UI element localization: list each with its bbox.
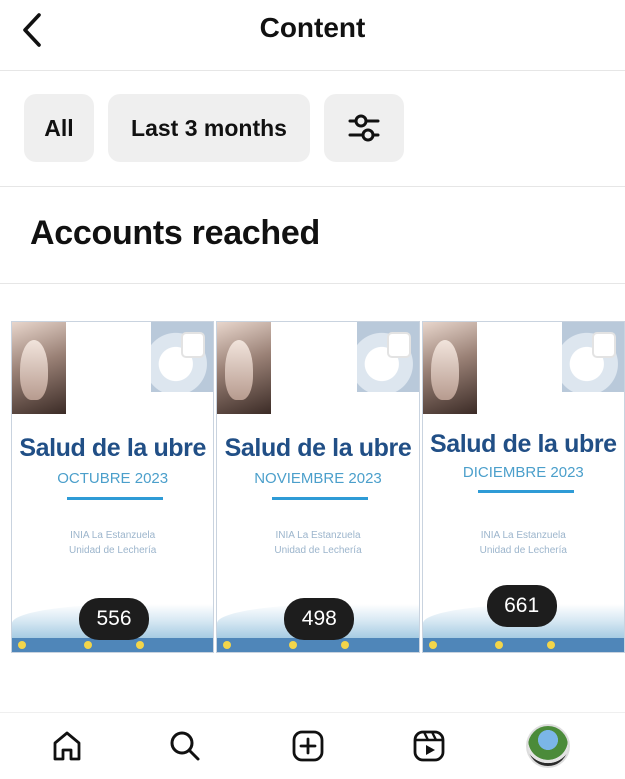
post-org: INIA La Estanzuela Unidad de Lechería (423, 528, 624, 558)
create-icon (292, 730, 324, 762)
cell-image (561, 322, 624, 392)
section-divider (0, 283, 625, 284)
org-line-1: INIA La Estanzuela (275, 530, 361, 541)
org-line-1: INIA La Estanzuela (70, 530, 156, 541)
post-grid: Salud de la ubre OCTUBRE 2023 INIA La Es… (11, 321, 625, 653)
search-icon (170, 731, 200, 761)
org-line-1: INIA La Estanzuela (480, 530, 566, 541)
udder-photo (12, 322, 66, 414)
cell-image (356, 322, 419, 392)
top-header: Content (0, 0, 625, 64)
footer-dot (494, 641, 503, 649)
sliders-icon (348, 114, 380, 142)
tab-create[interactable] (285, 723, 331, 769)
udder-photo (217, 322, 272, 414)
post-title: Salud de la ubre (429, 430, 617, 458)
post-tile-1[interactable]: Salud de la ubre NOVIEMBRE 2023 INIA La … (216, 321, 420, 653)
date-range-chip[interactable]: Last 3 months (108, 94, 310, 162)
udder-photo (422, 322, 477, 414)
post-tile-0[interactable]: Salud de la ubre OCTUBRE 2023 INIA La Es… (11, 321, 215, 653)
post-footer-strip (217, 638, 419, 652)
footer-dot (546, 641, 555, 649)
post-title: Salud de la ubre (224, 434, 412, 462)
header-divider (0, 70, 625, 71)
footer-dot (428, 641, 437, 649)
page-title: Content (259, 12, 366, 43)
post-month: NOVIEMBRE 2023 (254, 470, 382, 487)
post-underline (67, 497, 163, 500)
post-org: INIA La Estanzuela Unidad de Lechería (217, 528, 418, 558)
home-icon (53, 731, 81, 761)
tab-home[interactable] (44, 723, 90, 769)
cell-image (151, 322, 214, 392)
footer-dot (84, 641, 92, 649)
tab-search[interactable] (162, 723, 208, 769)
tab-profile[interactable] (525, 723, 571, 769)
footer-dot (136, 641, 144, 649)
tab-reels[interactable] (406, 723, 452, 769)
reels-icon (413, 730, 445, 762)
post-footer-strip (12, 638, 214, 652)
post-tile-2[interactable]: Salud de la ubre DICIEMBRE 2023 INIA La … (421, 321, 625, 653)
post-month: DICIEMBRE 2023 (462, 464, 584, 481)
filter-settings-button[interactable] (324, 94, 404, 162)
section-title: Accounts reached (30, 214, 320, 252)
org-line-2: Unidad de Lechería (274, 545, 362, 556)
reach-count-badge: 498 (284, 598, 355, 640)
reach-count-badge: 556 (79, 598, 149, 640)
bottom-tab-bar (0, 712, 625, 779)
post-underline (477, 490, 574, 493)
reach-count-badge: 661 (486, 585, 557, 627)
org-line-2: Unidad de Lechería (479, 545, 567, 556)
org-line-2: Unidad de Lechería (69, 545, 157, 556)
post-footer-strip (422, 638, 624, 652)
filter-bar: All Last 3 months (24, 94, 404, 162)
post-title: Salud de la ubre (19, 434, 207, 462)
post-org: INIA La Estanzuela Unidad de Lechería (12, 528, 213, 558)
post-month: OCTUBRE 2023 (57, 470, 169, 487)
post-underline (272, 497, 369, 500)
profile-avatar (526, 724, 570, 768)
filter-all-chip[interactable]: All (24, 94, 94, 162)
filters-divider (0, 186, 625, 187)
footer-dot (18, 641, 26, 649)
